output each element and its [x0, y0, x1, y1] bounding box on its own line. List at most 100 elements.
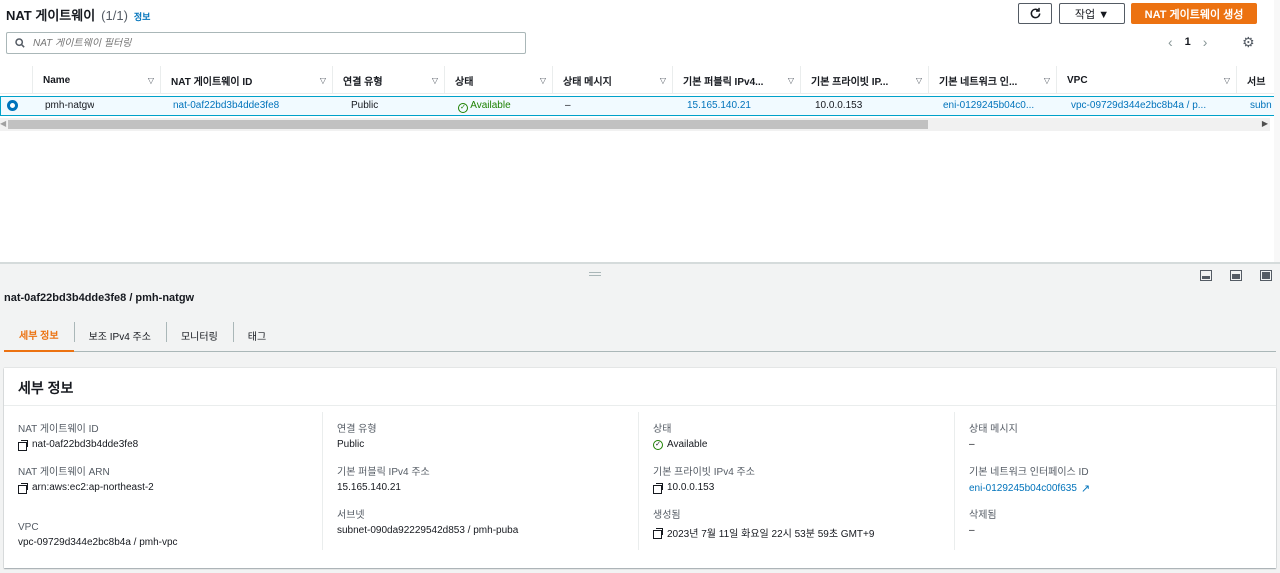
field-label: 기본 네트워크 인터페이스 ID	[969, 467, 1089, 478]
column-header-nat-id[interactable]: NAT 게이트웨이 ID ▽	[160, 66, 332, 94]
field-label: 기본 프라이빗 IPv4 주소	[653, 467, 755, 478]
filter-box	[6, 32, 526, 54]
field-eni: 기본 네트워크 인터페이스 ID eni-0129245b04c00f635 ↗	[969, 463, 1090, 495]
table-header: Name ▽ NAT 게이트웨이 ID ▽ 연결 유형 ▽ 상태 ▽ 상태 메시지 ▽ 기…	[0, 66, 1280, 94]
sort-icon: ▽	[787, 75, 794, 85]
cell-status-message: –	[565, 100, 571, 111]
public-ip-link[interactable]: 15.165.140.21	[337, 482, 430, 493]
filter-input[interactable]	[33, 37, 513, 49]
copy-icon[interactable]	[653, 482, 663, 494]
scroll-left-icon[interactable]: ◀	[0, 119, 6, 128]
actions-button[interactable]: 작업 ▼	[1059, 3, 1125, 24]
column-header-eni[interactable]: 기본 네트워크 인... ▽	[928, 66, 1056, 94]
horizontal-scrollbar[interactable]: ◀ ▶	[0, 118, 1270, 131]
prev-page-icon[interactable]: ‹	[1168, 34, 1173, 50]
field-value: 10.0.0.153	[667, 482, 715, 493]
copy-icon[interactable]	[653, 527, 663, 539]
row-select-radio[interactable]	[7, 100, 18, 111]
details-column-2: 연결 유형 Public 기본 퍼블릭 IPv4 주소 15.165.140.2…	[322, 412, 640, 550]
sort-icon: ▽	[1043, 75, 1050, 85]
details-column-1: NAT 게이트웨이 ID nat-0af22bd3b4dde3fe8 NAT 게…	[4, 412, 322, 558]
drag-handle-icon[interactable]	[589, 272, 601, 276]
details-column-4: 상태 메시지 – 기본 네트워크 인터페이스 ID eni-0129245b04…	[954, 412, 1272, 550]
search-icon	[15, 38, 25, 48]
field-public-ip: 기본 퍼블릭 IPv4 주소 15.165.140.21	[337, 463, 430, 493]
panel-size-medium-icon[interactable]	[1230, 270, 1242, 281]
column-header-name[interactable]: Name ▽	[32, 66, 160, 94]
field-value: nat-0af22bd3b4dde3fe8	[32, 439, 139, 450]
field-status-message: 상태 메시지 –	[969, 420, 1018, 450]
field-value: –	[969, 439, 975, 450]
column-header-public-ip[interactable]: 기본 퍼블릭 IPv4... ▽	[672, 66, 800, 94]
copy-icon[interactable]	[18, 482, 28, 494]
selection-count: (1/1)	[101, 8, 128, 23]
field-label: NAT 게이트웨이 ID	[18, 424, 99, 435]
field-private-ip: 기본 프라이빗 IPv4 주소 10.0.0.153	[653, 463, 755, 494]
external-link-icon[interactable]: ↗	[1081, 482, 1090, 495]
tab-monitoring[interactable]: 모니터링	[165, 318, 233, 352]
tab-secondary-ipv4[interactable]: 보조 IPv4 주소	[73, 318, 166, 352]
field-vpc: VPC vpc-09729d344e2bc8b4a / pmh-vpc	[18, 522, 178, 548]
field-deleted: 삭제됨 –	[969, 506, 997, 536]
next-page-icon[interactable]: ›	[1203, 34, 1208, 50]
field-value: Available	[667, 439, 708, 450]
info-link[interactable]: 정보	[134, 10, 151, 23]
field-label: NAT 게이트웨이 ARN	[18, 467, 110, 478]
subnet-link[interactable]: subnet-090da92229542d853 / pmh-puba	[337, 525, 518, 536]
table-row[interactable]: pmh-natgw nat-0af22bd3b4dde3fe8 Public ✓…	[0, 96, 1276, 116]
tab-tags[interactable]: 태그	[232, 318, 281, 352]
column-header-private-ip[interactable]: 기본 프라이빗 IP... ▽	[800, 66, 928, 94]
column-header-status-message[interactable]: 상태 메시지 ▽	[552, 66, 672, 94]
field-subnet: 서브넷 subnet-090da92229542d853 / pmh-puba	[337, 506, 518, 536]
panel-layout-controls	[1200, 270, 1272, 281]
cell-public-ip-link[interactable]: 15.165.140.21	[687, 100, 751, 111]
column-header-vpc[interactable]: VPC ▽	[1056, 66, 1236, 94]
field-value: 2023년 7월 11일 화요일 22시 53분 59초 GMT+9	[667, 529, 875, 540]
current-page[interactable]: 1	[1185, 36, 1191, 48]
scrollbar-thumb[interactable]	[8, 120, 928, 129]
copy-icon[interactable]	[18, 439, 28, 451]
field-label: 생성됨	[653, 510, 681, 521]
create-nat-gateway-button[interactable]: NAT 게이트웨이 생성	[1131, 3, 1257, 24]
panel-title: 세부 정보	[4, 368, 1276, 406]
nat-gateway-list-pane: NAT 게이트웨이 (1/1) 정보 작업 ▼ NAT 게이트웨이 생성 ‹ 1…	[0, 0, 1280, 262]
split-panel-divider[interactable]	[0, 262, 1280, 264]
pagination: ‹ 1 ›	[1168, 34, 1207, 50]
field-connectivity-type: 연결 유형 Public	[337, 420, 377, 450]
detail-title: nat-0af22bd3b4dde3fe8 / pmh-natgw	[4, 292, 195, 304]
status-text: Available	[470, 100, 511, 111]
scroll-right-icon[interactable]: ▶	[1262, 119, 1268, 128]
panel-size-small-icon[interactable]	[1200, 270, 1212, 281]
cell-private-ip: 10.0.0.153	[815, 100, 863, 111]
cell-subnet-link[interactable]: subn	[1250, 100, 1276, 111]
sort-icon: ▽	[431, 75, 438, 85]
panel-size-large-icon[interactable]	[1260, 270, 1272, 281]
detail-tabs: 세부 정보 보조 IPv4 주소 모니터링 태그	[4, 318, 1276, 352]
field-value: arn:aws:ec2:ap-northeast-2	[32, 482, 154, 493]
refresh-button[interactable]	[1018, 3, 1052, 24]
cell-eni-link[interactable]: eni-0129245b04c0...	[943, 100, 1051, 111]
sort-icon: ▽	[659, 75, 666, 85]
vpc-link[interactable]: vpc-09729d344e2bc8b4a / pmh-vpc	[18, 537, 178, 548]
settings-gear-icon[interactable]: ⚙	[1242, 34, 1255, 51]
eni-link[interactable]: eni-0129245b04c00f635	[969, 483, 1077, 494]
column-header-type[interactable]: 연결 유형 ▽	[332, 66, 444, 94]
check-circle-icon: ✓	[653, 439, 663, 450]
cell-vpc-link[interactable]: vpc-09729d344e2bc8b4a / p...	[1071, 100, 1221, 111]
sort-icon: ▽	[539, 75, 546, 85]
cell-type: Public	[351, 100, 379, 111]
vertical-scrollbar[interactable]	[1274, 0, 1280, 262]
details-panel: 세부 정보 NAT 게이트웨이 ID nat-0af22bd3b4dde3fe8…	[4, 368, 1276, 568]
field-arn: NAT 게이트웨이 ARN arn:aws:ec2:ap-northeast-2	[18, 463, 154, 494]
field-label: 상태	[653, 424, 672, 435]
field-created: 생성됨 2023년 7월 11일 화요일 22시 53분 59초 GMT+9	[653, 506, 874, 540]
list-header: NAT 게이트웨이 (1/1) 정보	[6, 5, 150, 24]
field-nat-id: NAT 게이트웨이 ID nat-0af22bd3b4dde3fe8	[18, 420, 139, 451]
cell-nat-id-link[interactable]: nat-0af22bd3b4dde3fe8	[173, 100, 279, 111]
tab-details[interactable]: 세부 정보	[4, 318, 74, 352]
details-column-3: 상태 ✓ Available 기본 프라이빗 IPv4 주소 10.0.0.15…	[638, 412, 956, 550]
page-title: NAT 게이트웨이	[6, 8, 96, 23]
refresh-icon	[1030, 7, 1040, 19]
sort-icon: ▽	[915, 75, 922, 85]
column-header-status[interactable]: 상태 ▽	[444, 66, 552, 94]
